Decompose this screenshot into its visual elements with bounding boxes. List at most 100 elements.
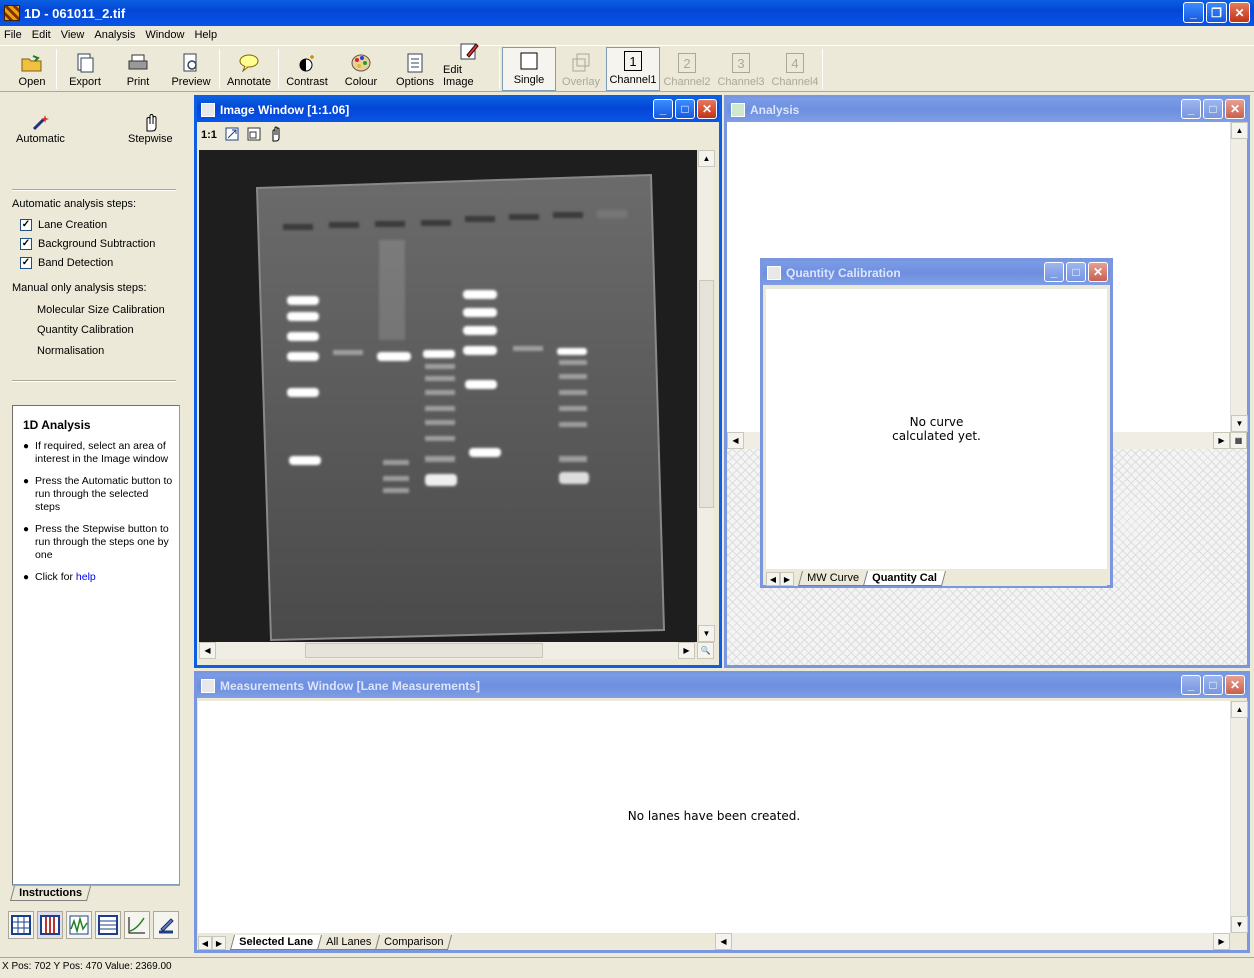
pan-hand-icon[interactable]: [269, 126, 283, 145]
menu-help[interactable]: Help: [194, 29, 217, 41]
minimize-button[interactable]: _: [653, 99, 673, 119]
band-detection-checkbox[interactable]: ✓ Band Detection: [20, 257, 113, 269]
calibration-curve-icon[interactable]: [124, 911, 150, 939]
molecular-size-calibration-item[interactable]: Molecular Size Calibration: [37, 304, 165, 316]
table-icon[interactable]: [95, 911, 121, 939]
export-icon: [74, 53, 96, 73]
image-vertical-scrollbar[interactable]: ▲ ▼: [697, 150, 715, 642]
overlay-button[interactable]: Overlay: [556, 46, 606, 92]
close-button[interactable]: ✕: [1088, 262, 1108, 282]
tab-selected-lane[interactable]: Selected Lane: [229, 935, 322, 950]
channel2-button[interactable]: 2 Channel2: [660, 46, 714, 92]
zoom-region-icon[interactable]: [247, 127, 261, 144]
single-view-button[interactable]: Single: [502, 47, 556, 91]
lane-creation-checkbox[interactable]: ✓ Lane Creation: [20, 219, 107, 231]
zoom-magnifier-icon[interactable]: 🔍: [697, 642, 714, 659]
scroll-right-icon[interactable]: ▶: [678, 642, 695, 659]
channel2-icon: 2: [678, 53, 696, 73]
preview-button[interactable]: Preview: [163, 46, 219, 92]
print-button[interactable]: Print: [113, 46, 163, 92]
measurements-window: Measurements Window [Lane Measurements] …: [194, 671, 1250, 953]
scroll-up-icon[interactable]: ▲: [698, 150, 715, 167]
menu-analysis[interactable]: Analysis: [94, 29, 135, 41]
tab-scroll-left-icon[interactable]: ◀: [198, 936, 212, 950]
scroll-up-icon[interactable]: ▲: [1231, 701, 1248, 718]
zoom-1to1-button[interactable]: 1:1: [201, 129, 217, 141]
menu-window[interactable]: Window: [145, 29, 184, 41]
minimize-button[interactable]: _: [1181, 99, 1201, 119]
background-subtraction-checkbox[interactable]: ✓ Background Subtraction: [20, 238, 155, 250]
scroll-down-icon[interactable]: ▼: [698, 625, 715, 642]
calibration-curve-icon: [767, 266, 781, 280]
scroll-right-icon[interactable]: ▶: [1213, 432, 1230, 449]
tab-all-lanes[interactable]: All Lanes: [316, 935, 381, 950]
list-item: ● Click for help: [23, 571, 96, 583]
options-icon: [404, 53, 426, 73]
normalisation-item[interactable]: Normalisation: [37, 345, 104, 357]
maximize-button[interactable]: □: [1203, 675, 1223, 695]
minimize-button[interactable]: _: [1044, 262, 1064, 282]
grid-view-icon[interactable]: [8, 911, 34, 939]
main-toolbar: Open Export Print Preview Annotate Contr…: [0, 43, 1254, 92]
scroll-left-icon[interactable]: ◀: [199, 642, 216, 659]
contrast-button[interactable]: Contrast: [279, 46, 335, 92]
close-button[interactable]: ✕: [1225, 675, 1245, 695]
app-icon: [4, 5, 20, 21]
measurements-vertical-scrollbar[interactable]: ▲ ▼: [1230, 701, 1248, 933]
scroll-up-icon[interactable]: ▲: [1231, 122, 1248, 139]
tab-comparison[interactable]: Comparison: [375, 935, 453, 950]
menu-edit[interactable]: Edit: [32, 29, 51, 41]
restore-button[interactable]: ❐: [1206, 2, 1227, 23]
tab-mw-curve[interactable]: MW Curve: [797, 571, 868, 586]
minimize-button[interactable]: _: [1181, 675, 1201, 695]
help-link[interactable]: help: [76, 571, 96, 583]
colour-button[interactable]: Colour: [335, 46, 387, 92]
scroll-thumb[interactable]: [305, 643, 543, 658]
divider: [12, 380, 176, 382]
gel-image[interactable]: [199, 150, 697, 642]
minimize-button[interactable]: _: [1183, 2, 1204, 23]
scroll-right-icon[interactable]: ▶: [1213, 933, 1230, 950]
automatic-button[interactable]: Automatic: [16, 113, 65, 145]
close-button[interactable]: ✕: [697, 99, 717, 119]
scroll-left-icon[interactable]: ◀: [727, 432, 744, 449]
tab-scroll-left-icon[interactable]: ◀: [766, 572, 780, 586]
tab-scroll-right-icon[interactable]: ▶: [780, 572, 794, 586]
menu-file[interactable]: File: [4, 29, 22, 41]
channel3-button[interactable]: 3 Channel3: [714, 46, 768, 92]
scroll-down-icon[interactable]: ▼: [1231, 916, 1248, 933]
close-button[interactable]: ✕: [1225, 99, 1245, 119]
analysis-options-icon[interactable]: ▦: [1230, 432, 1247, 449]
channel4-button[interactable]: 4 Channel4: [768, 46, 822, 92]
tab-quantity-cal[interactable]: Quantity Cal: [862, 571, 946, 586]
scroll-left-icon[interactable]: ◀: [715, 933, 732, 950]
maximize-button[interactable]: □: [1066, 262, 1086, 282]
analysis-vertical-scrollbar[interactable]: ▲ ▼: [1230, 122, 1248, 432]
maximize-button[interactable]: □: [1203, 99, 1223, 119]
annotate-button[interactable]: Annotate: [220, 46, 278, 92]
image-horizontal-scrollbar[interactable]: ◀ ▶: [199, 642, 695, 659]
stepwise-button[interactable]: Stepwise: [128, 113, 173, 145]
channel1-button[interactable]: 1 Channel1: [606, 47, 660, 91]
edit-image-button[interactable]: Edit Image: [443, 43, 495, 92]
tab-instructions[interactable]: Instructions: [9, 886, 91, 901]
scroll-down-icon[interactable]: ▼: [1231, 415, 1248, 432]
options-button[interactable]: Options: [387, 46, 443, 92]
menu-view[interactable]: View: [61, 29, 85, 41]
cursor-position-readout: X Pos: 702 Y Pos: 470 Value: 2369.00: [2, 961, 172, 972]
zoom-fit-icon[interactable]: [225, 127, 239, 144]
lanes-icon[interactable]: [37, 911, 63, 939]
measurements-table-area: No lanes have been created.: [198, 701, 1230, 933]
quantity-calibration-item[interactable]: Quantity Calibration: [37, 324, 134, 336]
instructions-panel: 1D Analysis ● If required, select an area…: [12, 405, 180, 885]
scroll-thumb[interactable]: [699, 280, 714, 508]
tab-scroll-right-icon[interactable]: ▶: [212, 936, 226, 950]
close-button[interactable]: ✕: [1229, 2, 1250, 23]
profile-icon[interactable]: [66, 911, 92, 939]
measurements-horizontal-scrollbar[interactable]: ◀ ▶: [715, 933, 1230, 950]
panel-switcher: [8, 911, 179, 939]
export-button[interactable]: Export: [57, 46, 113, 92]
normalise-icon[interactable]: [153, 911, 179, 939]
open-button[interactable]: Open: [8, 46, 56, 92]
maximize-button[interactable]: □: [675, 99, 695, 119]
